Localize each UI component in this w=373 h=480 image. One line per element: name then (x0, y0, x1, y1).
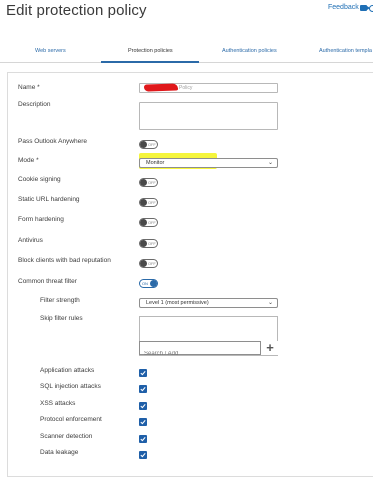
toggle-knob (140, 240, 147, 247)
cookie-signing-label: Cookie signing (18, 176, 61, 183)
tab-authentication-policies[interactable]: Authentication policies (222, 48, 277, 54)
antivirus-label: Antivirus (18, 237, 43, 244)
checkbox-protocol-enforcement[interactable] (139, 418, 147, 426)
skip-filter-rules-label: Skip filter rules (40, 315, 83, 322)
checkbox-xss[interactable] (139, 402, 147, 410)
chevron-down-icon: ⌄ (267, 300, 273, 306)
toggle-state: OFF (148, 220, 156, 225)
tab-authentication-templates[interactable]: Authentication templa (319, 48, 372, 54)
common-threat-filter-label: Common threat filter (18, 278, 77, 285)
check-label: Protocol enforcement (40, 416, 102, 423)
page-header: Edit protection policy Feedback (0, 0, 373, 44)
check-label: XSS attacks (40, 400, 76, 407)
toggle-state: OFF (148, 200, 156, 205)
name-label: Name * (18, 84, 40, 91)
static-url-hardening-label: Static URL hardening (18, 196, 80, 203)
description-field[interactable] (139, 102, 278, 130)
check-label: Data leakage (40, 449, 79, 456)
video-icon[interactable] (360, 5, 370, 11)
toggle-state: OFF (148, 180, 156, 185)
filter-strength-value: Level 1 (most permissive) (146, 300, 209, 306)
form-hardening-toggle[interactable]: OFF (139, 218, 158, 227)
name-value: Policy (179, 85, 193, 91)
toggle-knob (140, 260, 147, 267)
block-bad-reputation-toggle[interactable]: OFF (139, 259, 158, 268)
tab-web-servers[interactable]: Web servers (35, 48, 66, 54)
mode-value: Monitor (146, 160, 165, 166)
toggle-state: OFF (148, 241, 156, 246)
toggle-state: OFF (148, 142, 156, 147)
toggle-state: OFF (148, 261, 156, 266)
pass-outlook-anywhere-toggle[interactable]: OFF (139, 140, 158, 149)
checkbox-application-attacks[interactable] (139, 369, 147, 377)
feedback-link[interactable]: Feedback (328, 4, 359, 11)
search-add-input[interactable] (140, 348, 260, 360)
checkbox-scanner-detection[interactable] (139, 435, 147, 443)
mode-label: Mode * (18, 157, 39, 164)
checkbox-sql-injection[interactable] (139, 385, 147, 393)
common-threat-filter-toggle[interactable]: ON (139, 279, 158, 288)
toggle-knob (150, 280, 157, 287)
static-url-hardening-toggle[interactable]: OFF (139, 198, 158, 207)
antivirus-toggle[interactable]: OFF (139, 239, 158, 248)
name-field[interactable]: Policy (139, 83, 278, 93)
toggle-knob (140, 141, 147, 148)
toggle-state: ON (142, 281, 148, 286)
add-icon[interactable]: + (262, 341, 278, 355)
toggle-knob (140, 219, 147, 226)
toggle-knob (140, 179, 147, 186)
filter-strength-select[interactable]: Level 1 (most permissive) ⌄ (139, 298, 278, 308)
toggle-knob (140, 199, 147, 206)
block-bad-reputation-label: Block clients with bad reputation (18, 257, 111, 264)
check-label: Application attacks (40, 367, 95, 374)
check-label: Scanner detection (40, 433, 93, 440)
redaction-mark (143, 83, 179, 92)
checkbox-data-leakage[interactable] (139, 451, 147, 459)
globe-icon[interactable] (369, 5, 373, 12)
cookie-signing-toggle[interactable]: OFF (139, 178, 158, 187)
active-tab-indicator (101, 61, 199, 63)
check-label: SQL injection attacks (40, 383, 101, 390)
description-label: Description (18, 101, 51, 108)
pass-outlook-anywhere-label: Pass Outlook Anywhere (18, 138, 88, 145)
chevron-down-icon: ⌄ (267, 160, 273, 166)
filter-strength-label: Filter strength (40, 297, 80, 304)
mode-select[interactable]: Monitor ⌄ (139, 158, 278, 168)
skip-filter-rules-search[interactable] (139, 341, 261, 360)
tab-protection-policies[interactable]: Protection policies (128, 48, 173, 54)
form-hardening-label: Form hardening (18, 216, 64, 223)
page-title: Edit protection policy (6, 2, 147, 19)
